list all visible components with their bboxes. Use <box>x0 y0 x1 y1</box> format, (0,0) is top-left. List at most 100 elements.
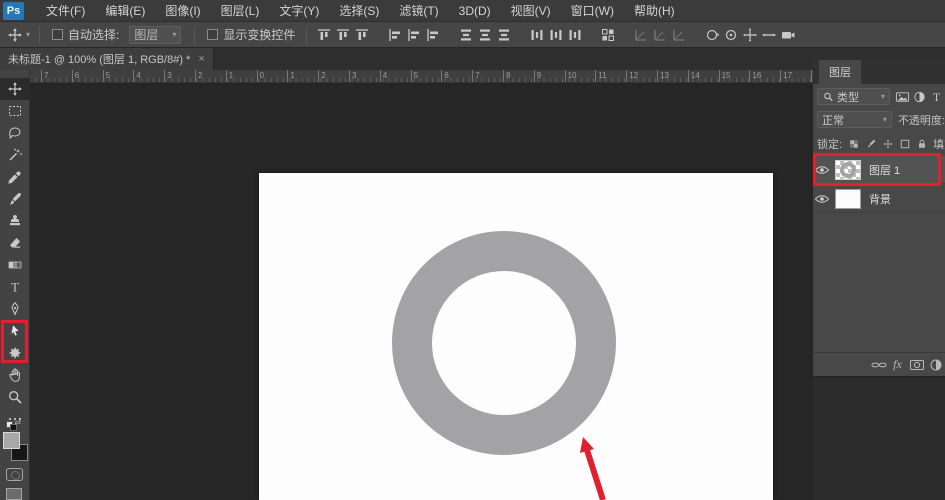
highlight-box-layer <box>813 153 941 186</box>
layer-name: 背景 <box>869 191 891 207</box>
lasso-tool[interactable] <box>0 122 30 144</box>
distribute-top-icon[interactable] <box>457 26 474 43</box>
show-transform-checkbox[interactable] <box>207 29 218 40</box>
3d-roll-view-icon[interactable] <box>722 26 739 43</box>
lock-paint-icon[interactable] <box>863 137 878 152</box>
ruler-number: 17 <box>780 70 792 83</box>
alignment-icons <box>314 26 797 43</box>
layer-filter-dropdown[interactable]: 类型 ▾ <box>817 88 890 105</box>
align-bottom-icon[interactable] <box>353 26 370 43</box>
foreground-color-swatch[interactable] <box>3 432 20 449</box>
align-center-icon[interactable] <box>405 26 422 43</box>
ruler-number: 5 <box>411 70 418 83</box>
canvas-area[interactable] <box>30 83 813 500</box>
adjustment-layer-icon[interactable] <box>926 357 945 373</box>
distribute-center-icon[interactable] <box>547 26 564 43</box>
auto-select-checkbox[interactable] <box>52 29 63 40</box>
ruler-number: 0 <box>257 70 264 83</box>
menu-item-0[interactable]: 文件(F) <box>36 0 95 22</box>
ruler-number: 11 <box>595 70 606 83</box>
menu-item-1[interactable]: 编辑(E) <box>95 0 155 22</box>
lock-icons <box>845 137 930 152</box>
menu-item-7[interactable]: 3D(D) <box>449 0 501 22</box>
svg-text:T: T <box>11 280 19 295</box>
type-filter-icon[interactable]: T <box>929 89 944 104</box>
auto-select-target-dropdown[interactable]: 图层 ▾ <box>129 26 181 44</box>
gradient-tool[interactable] <box>0 254 30 276</box>
ruler-number: 9 <box>534 70 541 83</box>
menu-item-9[interactable]: 窗口(W) <box>561 0 624 22</box>
menu-item-8[interactable]: 视图(V) <box>501 0 561 22</box>
magic-wand-tool[interactable] <box>0 144 30 166</box>
distribute-bottom-icon[interactable] <box>495 26 512 43</box>
screen-mode-button[interactable] <box>6 488 22 500</box>
document-canvas[interactable] <box>259 173 773 500</box>
ruler-number: 10 <box>565 70 577 83</box>
ruler-number: 8 <box>503 70 510 83</box>
menu-item-2[interactable]: 图像(I) <box>155 0 210 22</box>
document-tab[interactable]: 未标题-1 @ 100% (图层 1, RGB/8#) * × <box>0 48 214 70</box>
chevron-down-icon[interactable]: ▾ <box>26 30 30 39</box>
lock-transparency-icon[interactable] <box>846 137 861 152</box>
marquee-tool[interactable] <box>0 100 30 122</box>
edit-toolbar[interactable] <box>0 408 30 430</box>
3d-mode-drag-icon[interactable] <box>670 26 687 43</box>
ruler-number: 1 <box>287 70 294 83</box>
distribute-middle-icon[interactable] <box>476 26 493 43</box>
lock-all-icon[interactable] <box>914 137 929 152</box>
3d-slide-view-icon[interactable] <box>760 26 777 43</box>
photoshop-logo[interactable]: Ps <box>3 2 24 20</box>
layer-mask-icon[interactable] <box>907 357 926 373</box>
3d-mode-roll-icon[interactable] <box>651 26 668 43</box>
align-left-icon[interactable] <box>386 26 403 43</box>
pen-tool[interactable] <box>0 298 30 320</box>
menu-item-10[interactable]: 帮助(H) <box>624 0 685 22</box>
ruler-number: 16 <box>749 70 761 83</box>
distribute-left-icon[interactable] <box>528 26 545 43</box>
pixel-filter-icon[interactable] <box>895 89 910 104</box>
distribute-right-icon[interactable] <box>566 26 583 43</box>
blend-mode-dropdown[interactable]: 正常 ▾ <box>817 111 892 128</box>
ruler-number: 6 <box>441 70 448 83</box>
3d-camera-icon[interactable] <box>779 26 796 43</box>
brush-tool[interactable] <box>0 188 30 210</box>
align-middle-icon[interactable] <box>334 26 351 43</box>
layer-fx-icon[interactable]: fx <box>888 357 907 373</box>
lock-move-icon[interactable] <box>880 137 895 152</box>
tool-bar: ⇄ T <box>0 70 30 500</box>
auto-align-layers-icon[interactable] <box>599 26 616 43</box>
move-tool-icon[interactable] <box>6 26 24 44</box>
3d-pan-view-icon[interactable] <box>741 26 758 43</box>
zoom-tool[interactable] <box>0 386 30 408</box>
layer-thumbnail[interactable] <box>835 189 861 209</box>
menu-item-5[interactable]: 选择(S) <box>329 0 389 22</box>
panel-below-area <box>813 376 945 500</box>
quick-mask-button[interactable] <box>6 468 23 481</box>
layer-row-1[interactable]: 背景 <box>813 185 945 213</box>
fill-label: 填充: <box>933 136 945 152</box>
menu-item-3[interactable]: 图层(L) <box>211 0 270 22</box>
menu-item-6[interactable]: 滤镜(T) <box>389 0 448 22</box>
lock-artboard-icon[interactable] <box>897 137 912 152</box>
hand-tool[interactable] <box>0 364 30 386</box>
document-title: 未标题-1 @ 100% (图层 1, RGB/8#) * <box>8 51 190 67</box>
type-tool[interactable]: T <box>0 276 30 298</box>
chevron-down-icon: ▾ <box>883 115 887 124</box>
adjustment-filter-icon[interactable] <box>912 89 927 104</box>
clone-stamp-tool[interactable] <box>0 210 30 232</box>
close-icon[interactable]: × <box>198 53 204 65</box>
eraser-tool[interactable] <box>0 232 30 254</box>
visibility-eye-icon[interactable] <box>813 191 831 207</box>
align-right-icon[interactable] <box>424 26 441 43</box>
auto-select-value: 图层 <box>134 26 158 43</box>
filter-type-icons: T <box>894 89 945 104</box>
menu-item-4[interactable]: 文字(Y) <box>269 0 329 22</box>
3d-orbit-icon[interactable] <box>703 26 720 43</box>
eyedropper-tool[interactable] <box>0 166 30 188</box>
link-layers-icon[interactable] <box>869 357 888 373</box>
3d-mode-rotate-icon[interactable] <box>632 26 649 43</box>
move-tool[interactable] <box>0 78 30 100</box>
tab-layers[interactable]: 图层 <box>819 60 861 84</box>
align-top-icon[interactable] <box>315 26 332 43</box>
ruler-number: 7 <box>41 70 48 83</box>
